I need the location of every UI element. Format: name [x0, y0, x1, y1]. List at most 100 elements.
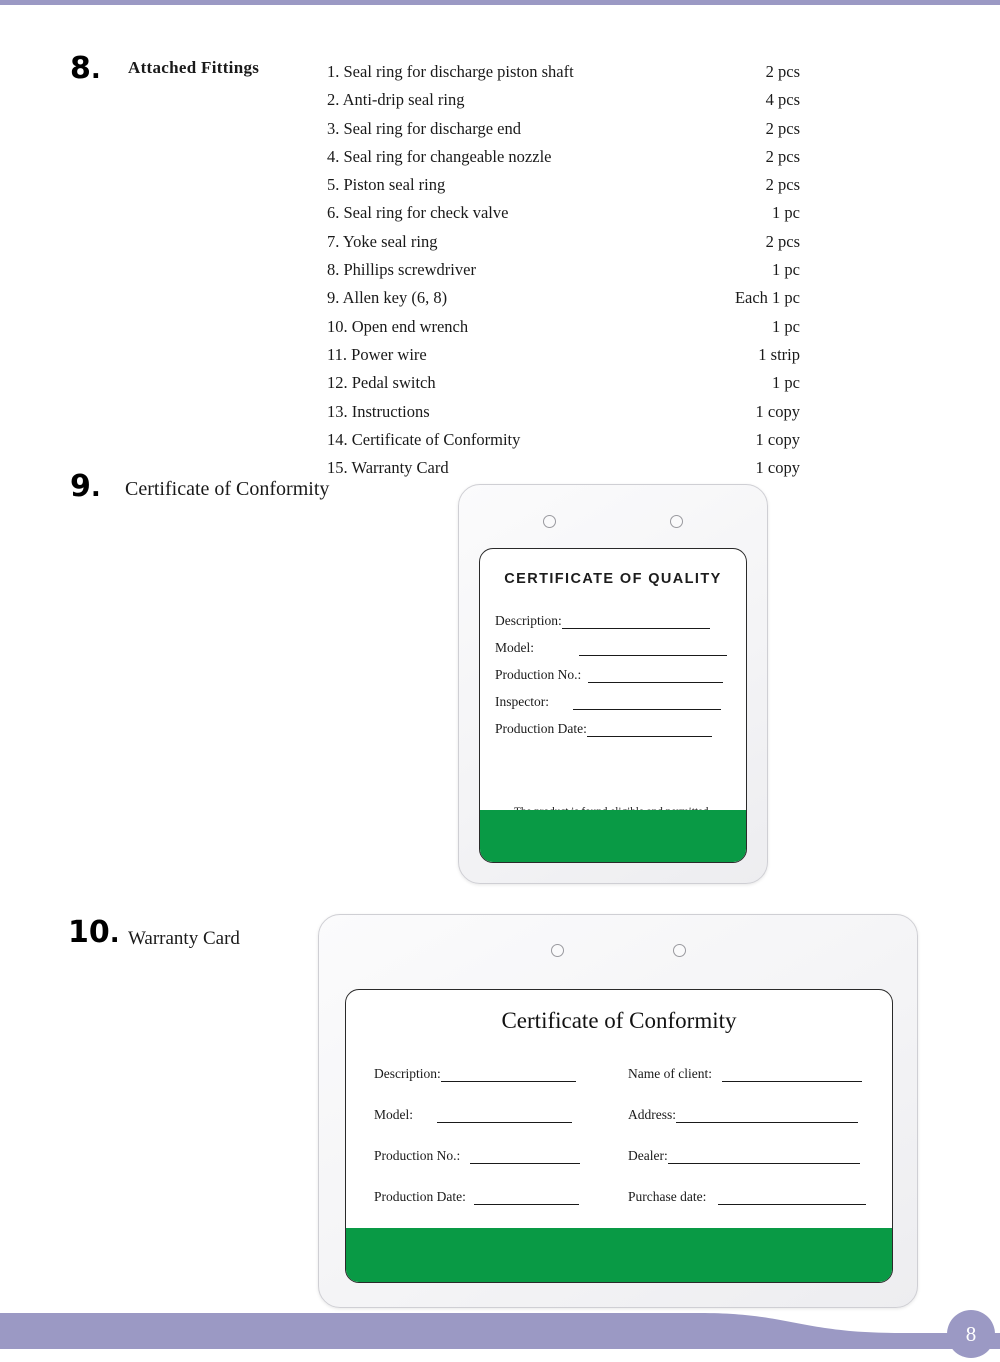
fitting-name: 7. Yoke seal ring	[327, 231, 438, 251]
punch-hole-icon	[551, 944, 564, 957]
certificate-heading: CERTIFICATE OF QUALITY	[504, 571, 722, 587]
field-model: Model:	[495, 640, 735, 665]
fitting-name: 4. Seal ring for changeable nozzle	[327, 146, 552, 166]
fitting-name: 2. Anti-drip seal ring	[327, 90, 465, 110]
section8-header: 8. Attached Fittings	[0, 48, 310, 88]
fittings-list: 1. Seal ring for discharge piston shaft …	[327, 58, 800, 482]
section10-title: Warranty Card	[128, 928, 240, 949]
section9-number: 9.	[70, 469, 101, 504]
fitting-quantity: 1 pc	[772, 316, 800, 336]
fitting-quantity: 1 pc	[772, 260, 800, 280]
punch-hole-icon	[673, 944, 686, 957]
list-item: 3. Seal ring for discharge end 2 pcs	[327, 115, 800, 143]
fitting-name: 14. Certificate of Conformity	[327, 429, 521, 449]
field-label: Dealer:	[628, 1148, 668, 1163]
field-description: Description:	[495, 613, 735, 638]
fitting-name: 6. Seal ring for check valve	[327, 203, 509, 223]
certificate-of-quality-tag: CERTIFICATE OF QUALITY Description: Mode…	[458, 484, 768, 884]
field-label: Description:	[495, 613, 562, 628]
field-line	[586, 722, 712, 737]
list-item: 2. Anti-drip seal ring 4 pcs	[327, 86, 800, 114]
fitting-quantity: 1 pc	[772, 373, 800, 393]
field-line	[667, 1149, 860, 1164]
fitting-quantity: Each 1 pc	[734, 288, 800, 308]
field-label: Purchase date:	[628, 1189, 707, 1204]
footer-bar	[0, 1313, 1000, 1349]
green-band	[346, 1228, 892, 1282]
list-item: 1. Seal ring for discharge piston shaft …	[327, 58, 800, 86]
fitting-name: 1. Seal ring for discharge piston shaft	[327, 62, 574, 81]
field-label: Production Date:	[374, 1189, 466, 1204]
list-item: 14. Certificate of Conformity 1 copy	[327, 426, 800, 454]
field-line	[440, 1067, 576, 1082]
fitting-quantity: 2 pcs	[765, 231, 800, 251]
field-line	[588, 668, 724, 683]
list-item: 15. Warranty Card 1 copy	[327, 454, 800, 482]
list-item: 5. Piston seal ring 2 pcs	[327, 171, 800, 199]
field-line	[470, 1149, 581, 1164]
field-name-of-client: Name of client:	[628, 1066, 862, 1090]
fitting-name: 3. Seal ring for discharge end	[327, 118, 521, 138]
list-item: 10. Open end wrench 1 pc	[327, 313, 800, 341]
document-page: 8. Attached Fittings 1. Seal ring for di…	[0, 0, 1000, 1362]
section9-title: Certificate of Conformity	[125, 478, 330, 500]
field-production-no: Production No.:	[495, 667, 735, 692]
fitting-quantity: 1 copy	[755, 429, 800, 449]
fitting-quantity: 1 pc	[772, 203, 800, 223]
section8-title: Attached Fittings	[128, 58, 260, 77]
field-inspector: Inspector:	[495, 694, 735, 719]
section8-number: 8.	[70, 51, 101, 86]
field-label: Description:	[374, 1066, 441, 1081]
punch-hole-icon	[670, 515, 683, 528]
field-model: Model:	[374, 1107, 572, 1131]
fitting-quantity: 4 pcs	[765, 90, 800, 110]
list-item: 9. Allen key (6, 8) Each 1 pc	[327, 284, 800, 312]
fitting-name: 8. Phillips screwdriver	[327, 260, 476, 280]
field-address: Address:	[628, 1107, 858, 1131]
field-line	[437, 1108, 572, 1123]
fitting-name: 12. Pedal switch	[327, 373, 436, 393]
list-item: 4. Seal ring for changeable nozzle 2 pcs	[327, 143, 800, 171]
field-production-date: Production Date:	[374, 1189, 579, 1213]
field-dealer: Dealer:	[628, 1148, 860, 1172]
field-production-date: Production Date:	[495, 721, 735, 746]
warranty-card-inner: Certificate of Conformity Description: M…	[345, 989, 893, 1283]
warranty-card-tag: Certificate of Conformity Description: M…	[318, 914, 918, 1308]
field-description: Description:	[374, 1066, 576, 1090]
section10-number: 10.	[68, 915, 120, 950]
field-line	[718, 1190, 867, 1205]
certificate-of-quality-card: CERTIFICATE OF QUALITY Description: Mode…	[479, 548, 747, 863]
field-label: Address:	[628, 1107, 676, 1122]
field-production-no: Production No.:	[374, 1148, 581, 1172]
page-number: 8	[965, 1322, 977, 1346]
fitting-name: 5. Piston seal ring	[327, 175, 446, 195]
field-line	[561, 614, 710, 629]
field-line	[579, 641, 727, 656]
field-line	[721, 1067, 862, 1082]
field-label: Model:	[374, 1107, 413, 1122]
field-label: Inspector:	[495, 694, 549, 709]
field-label: Production No.:	[495, 667, 582, 682]
fitting-quantity: 1 strip	[758, 344, 800, 364]
field-label: Production Date:	[495, 721, 587, 736]
list-item: 6. Seal ring for check valve 1 pc	[327, 199, 800, 227]
field-line	[676, 1108, 858, 1123]
list-item: 7. Yoke seal ring 2 pcs	[327, 228, 800, 256]
field-purchase-date: Purchase date:	[628, 1189, 867, 1213]
fitting-quantity: 1 copy	[755, 401, 800, 421]
page-footer: 8	[0, 1296, 1000, 1362]
fitting-name: 11. Power wire	[327, 344, 427, 364]
list-item: 8. Phillips screwdriver 1 pc	[327, 256, 800, 284]
list-item: 11. Power wire 1 strip	[327, 341, 800, 369]
fitting-quantity: 2 pcs	[765, 175, 800, 195]
punch-hole-icon	[543, 515, 556, 528]
fitting-quantity: 2 pcs	[765, 62, 800, 81]
list-item: 13. Instructions 1 copy	[327, 398, 800, 426]
fitting-name: 13. Instructions	[327, 401, 430, 421]
green-band	[480, 810, 746, 862]
fitting-name: 15. Warranty Card	[327, 458, 449, 478]
fitting-name: 10. Open end wrench	[327, 316, 469, 336]
warranty-heading: Certificate of Conformity	[501, 1008, 737, 1033]
field-line	[572, 695, 721, 710]
fitting-quantity: 2 pcs	[765, 146, 800, 166]
